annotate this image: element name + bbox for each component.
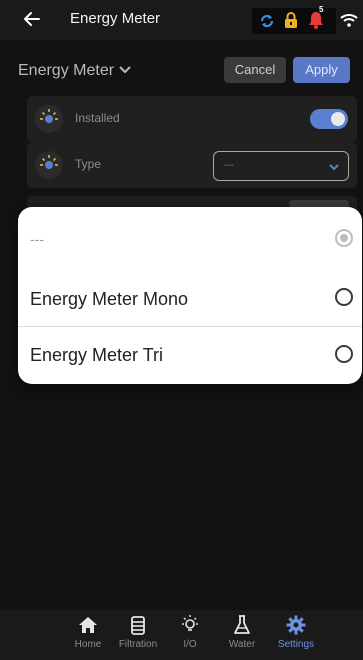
flask-icon (234, 615, 250, 634)
option-energy-meter-tri[interactable]: Energy Meter Tri (18, 327, 362, 384)
bulb-icon (182, 615, 198, 631)
type-select[interactable]: --- (213, 151, 349, 181)
nav-label: Settings (277, 639, 315, 650)
type-label: Type (75, 157, 102, 171)
type-options-sheet: --- Energy Meter Mono Energy Meter Tri (18, 207, 362, 384)
nav-item-io[interactable]: I/O (160, 614, 220, 658)
option-label: Energy Meter Mono (30, 289, 189, 309)
page-title: Energy Meter (70, 10, 161, 27)
nav-label: I/O (183, 639, 197, 650)
bulb-icon (35, 105, 63, 133)
lock-icon[interactable] (284, 11, 298, 29)
bottom-nav: Home Filtration I/O Water Settings (0, 610, 363, 660)
radio-button[interactable] (335, 288, 353, 306)
nav-item-filtration[interactable]: Filtration (108, 614, 168, 658)
radio-button[interactable] (335, 345, 353, 363)
cancel-button[interactable]: Cancel (224, 57, 286, 83)
chevron-down-icon[interactable] (118, 63, 132, 77)
filtration-icon (131, 616, 145, 635)
installed-label: Installed (75, 111, 120, 125)
notification-badge: 5 (319, 5, 324, 14)
wifi-icon (340, 14, 358, 27)
device-dropdown-title[interactable]: Energy Meter (18, 62, 114, 80)
installed-row: Installed (27, 96, 357, 142)
back-arrow-icon[interactable] (22, 9, 42, 29)
nav-item-water[interactable]: Water (212, 614, 272, 658)
gear-icon (286, 615, 306, 635)
radio-selected[interactable] (335, 229, 353, 247)
chevron-down-icon (329, 164, 339, 171)
nav-label: Filtration (118, 639, 158, 650)
option-energy-meter-mono[interactable]: Energy Meter Mono (18, 267, 362, 327)
apply-button[interactable]: Apply (293, 57, 350, 83)
sync-icon[interactable] (258, 12, 276, 30)
nav-label: Water (228, 639, 256, 650)
type-row: Type --- (27, 142, 357, 188)
option-label: --- (30, 231, 44, 247)
option-label: Energy Meter Tri (30, 345, 164, 365)
installed-toggle[interactable] (310, 109, 348, 129)
bulb-icon (35, 151, 63, 179)
home-icon (79, 617, 97, 633)
type-select-value: --- (224, 160, 234, 171)
nav-item-settings[interactable]: Settings (266, 614, 326, 658)
toggle-knob (331, 112, 345, 126)
option-none[interactable]: --- (18, 207, 362, 267)
top-bar: Energy Meter 5 (0, 0, 363, 40)
